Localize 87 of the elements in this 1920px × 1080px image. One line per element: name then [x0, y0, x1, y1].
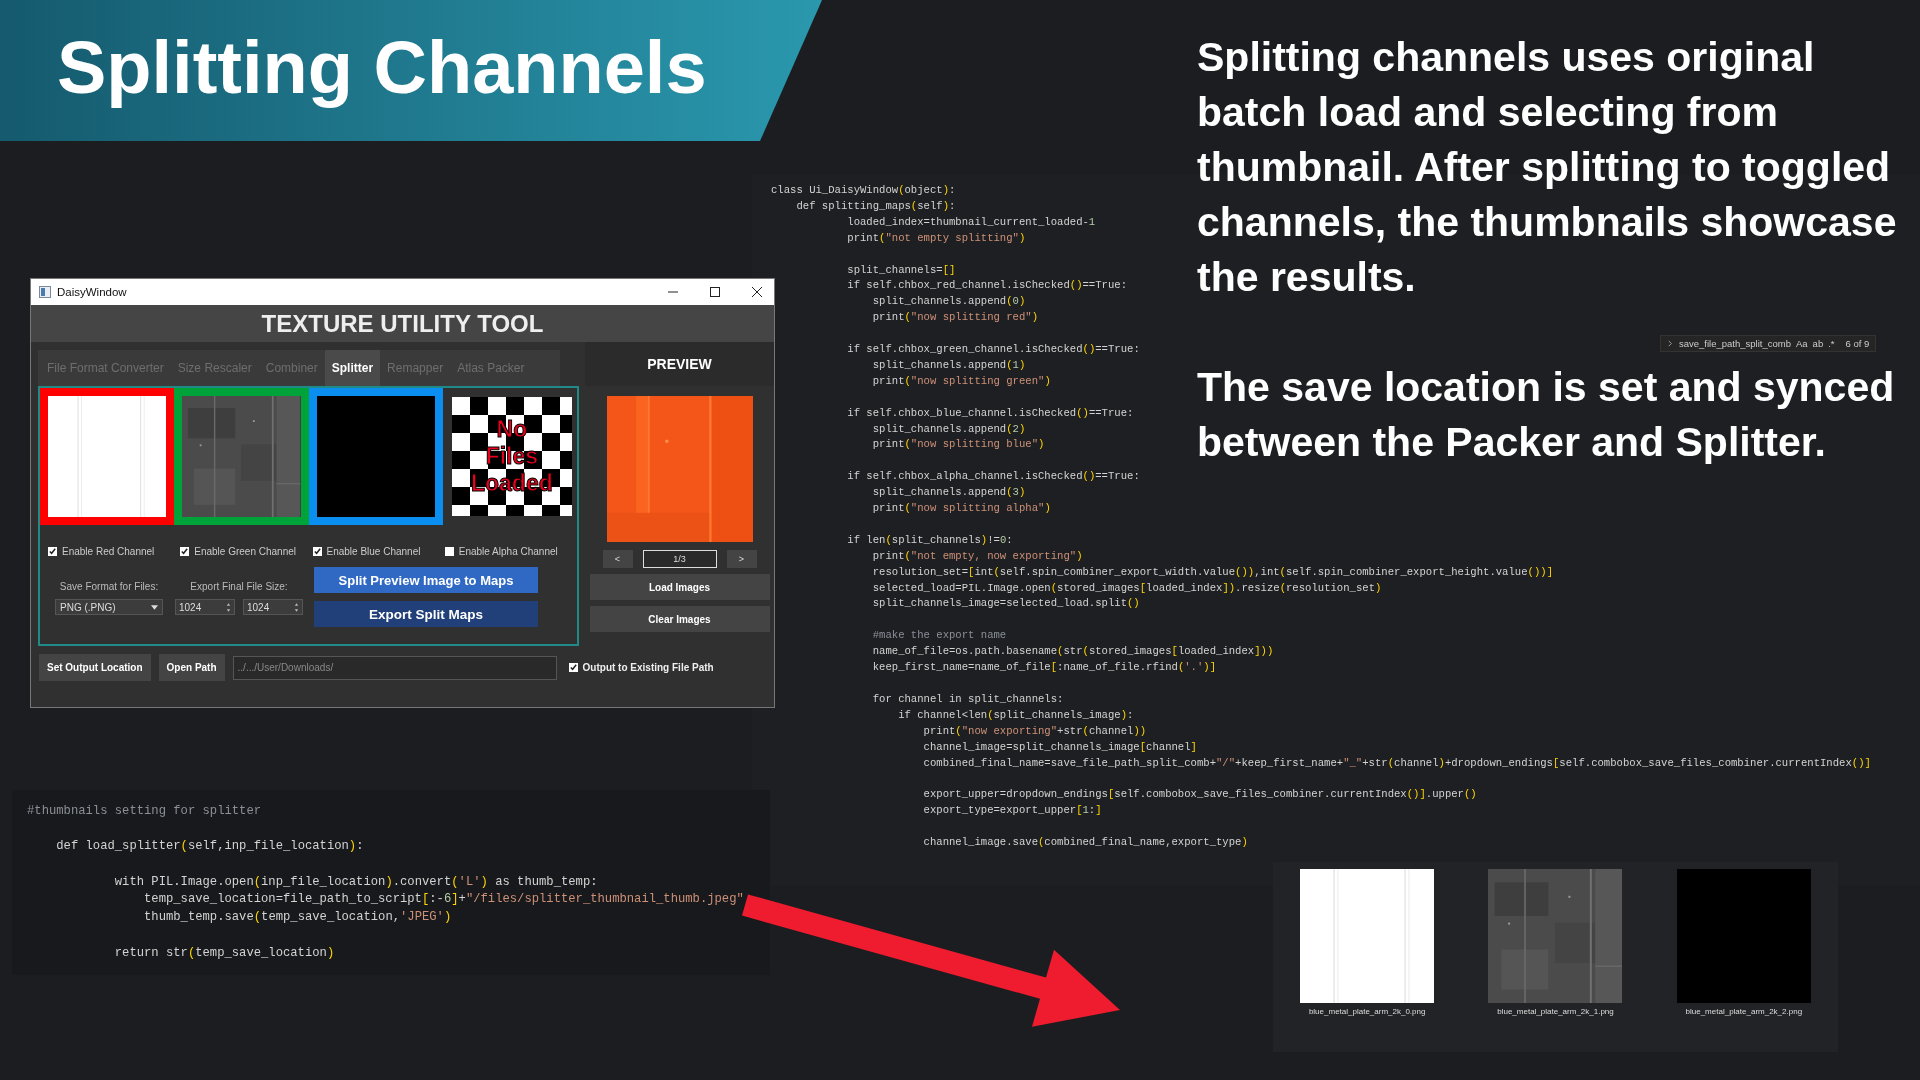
checkbox[interactable] — [312, 547, 322, 556]
chevron-icon — [1667, 340, 1674, 347]
code-line: split_channels_image=selected_load.split() — [872, 596, 1140, 612]
slide-title: Splitting Channels — [57, 25, 707, 110]
code-line: channel_image=split_channels_image[channel] — [923, 739, 1197, 755]
open-path-button[interactable]: Open Path — [158, 654, 225, 681]
code-line: class Ui_DaisyWindow(object): — [771, 183, 956, 198]
code-line: def load_splitter(self,inp_file_location): — [56, 838, 364, 856]
find-option[interactable]: Aa — [1795, 338, 1808, 349]
code-line: loaded_index=thumbnail_current_loaded-1 — [847, 214, 1096, 230]
checkbox[interactable] — [48, 547, 57, 556]
match-count: 6 of 9 — [1845, 338, 1870, 349]
checkbox-label: Enable Green Channel — [194, 546, 296, 557]
code-line: if self.chbox_red_channel.isChecked()==True: — [847, 278, 1128, 294]
file-name: blue_metal_plate_arm_2k_2.png — [1685, 1007, 1803, 1016]
code-line: keep_first_name=name_of_file[:name_of_file.rfind('.')] — [872, 660, 1217, 676]
code-line: export_type=export_upper[1:] — [923, 803, 1102, 819]
format-dropdown[interactable]: PNG (.PNG) — [55, 599, 163, 615]
close-icon[interactable] — [752, 287, 762, 297]
code-line: with PIL.Image.open(inp_file_location).convert('L') as thumb_temp: — [114, 873, 598, 891]
tab[interactable]: Splitter — [324, 350, 381, 386]
spinner-arrows-icon[interactable] — [226, 601, 231, 613]
previous-button[interactable]: < — [602, 550, 633, 568]
checkbox-label: Enable Red Channel — [62, 546, 155, 557]
find-option[interactable]: ab — [1812, 338, 1824, 349]
code-line: #make the export name — [872, 628, 1007, 644]
height-spinbox[interactable]: 1024 — [243, 599, 303, 615]
app-icon — [39, 286, 51, 298]
code-line: name_of_file=os.path.basename(str(stored_images[loaded_index])) — [872, 644, 1274, 660]
code-line: print("now splitting blue") — [872, 437, 1045, 453]
checkbox[interactable] — [180, 547, 190, 556]
next-button[interactable]: > — [726, 550, 757, 568]
find-query: save_file_path_split_comb — [1679, 338, 1791, 349]
code-line: print("now splitting green") — [872, 373, 1051, 389]
code-line: thumb_temp.save(temp_save_location,'JPEG') — [144, 909, 452, 927]
spinner-arrows-icon[interactable] — [294, 601, 299, 613]
set-output-button[interactable]: Set Output Location — [39, 654, 151, 681]
code-line: split_channels=[] — [847, 262, 956, 278]
find-widget[interactable]: save_file_path_split_comb Aa ab .* 6 of 9 — [1660, 335, 1877, 352]
window-title: DaisyWindow — [57, 286, 127, 298]
code-line: print("not empty, now exporting") — [872, 548, 1083, 564]
checkbox[interactable] — [444, 547, 454, 556]
code-line: #thumbnails setting for splitter — [27, 803, 262, 820]
find-option[interactable]: .* — [1828, 338, 1835, 349]
code-line: selected_load=PIL.Image.open(stored_images[loaded_index]).resize(resolution_set) — [872, 580, 1382, 596]
checkbox-label: Enable Alpha Channel — [458, 546, 558, 557]
clear-images-button[interactable]: Clear Images — [589, 606, 770, 632]
code-line: if self.chbox_green_channel.isChecked()==True: — [847, 342, 1140, 358]
export-button[interactable]: Export Split Maps — [314, 601, 538, 627]
app-title: TEXTURE UTILITY TOOL — [261, 309, 544, 338]
page-counter[interactable]: 1/3 — [642, 550, 717, 568]
code-line: channel_image.save(combined_final_name,export_type) — [923, 835, 1248, 850]
code-line: if self.chbox_alpha_channel.isChecked()==True: — [847, 469, 1140, 485]
load-images-button[interactable]: Load Images — [589, 574, 770, 600]
code-line: split_channels.append(3) — [872, 485, 1026, 501]
split-button[interactable]: Split Preview Image to Maps — [314, 567, 538, 593]
code-line: print("now splitting red") — [872, 310, 1038, 326]
code-line: combined_final_name=save_file_path_split_comb+"/"+keep_first_name+"_"+str(channel)+dropdown_endings[self.combobox_save_files_combiner.currentIndex()] — [923, 755, 1871, 771]
field-label: Export Final File Size: — [190, 581, 288, 592]
code-line: for channel in split_channels: — [872, 691, 1064, 707]
code-line: temp_save_location=file_path_to_script[:-6]+"/files/splitter_thumbnail_thumb.jpeg" — [144, 891, 744, 909]
code-line: split_channels.append(0) — [872, 294, 1026, 310]
description-paragraph: The save location is set and synced between the Packer and Splitter. — [1197, 363, 1896, 467]
width-spinbox[interactable]: 1024 — [175, 599, 235, 615]
code-line: def splitting_maps(self): — [796, 198, 956, 214]
code-line: print("now splitting alpha") — [872, 501, 1051, 517]
description-paragraph: Splitting channels uses original batch load and selecting from thumbnail. After splitting to toggled channels, the thumbnails showcase the results. — [1197, 33, 1898, 302]
file-name: blue_metal_plate_arm_2k_0.png — [1308, 1007, 1426, 1016]
code-line: resolution_set=[int(self.spin_combiner_export_width.value()),int(self.spin_combiner_export_height.value())] — [872, 564, 1553, 580]
field-label: Save Format for Files: — [59, 581, 159, 592]
preview-title: PREVIEW — [647, 356, 712, 372]
code-line: return str(temp_save_location) — [114, 944, 335, 962]
checkbox-label: Enable Blue Channel — [326, 546, 421, 557]
code-line: export_upper=dropdown_endings[self.combobox_save_files_combiner.currentIndex()].upper() — [923, 787, 1477, 803]
code-line: split_channels.append(2) — [872, 421, 1026, 437]
maximize-icon[interactable] — [710, 287, 720, 297]
code-line: split_channels.append(1) — [872, 357, 1026, 373]
code-line: if self.chbox_blue_channel.isChecked()==True: — [847, 405, 1134, 421]
code-line: print("not empty splitting") — [847, 230, 1026, 246]
caret-icon — [151, 604, 158, 610]
checkbox-label: Output to Existing File Path — [582, 662, 714, 673]
path-field[interactable]: ../.../User/Downloads/ — [232, 655, 557, 680]
file-name: blue_metal_plate_arm_2k_1.png — [1497, 1007, 1614, 1016]
code-line: print("now exporting"+str(channel)) — [923, 723, 1147, 739]
code-line: if channel<len(split_channels_image): — [898, 707, 1134, 723]
code-line: if len(split_channels)!=0: — [847, 532, 1013, 548]
checkbox[interactable] — [568, 663, 578, 672]
